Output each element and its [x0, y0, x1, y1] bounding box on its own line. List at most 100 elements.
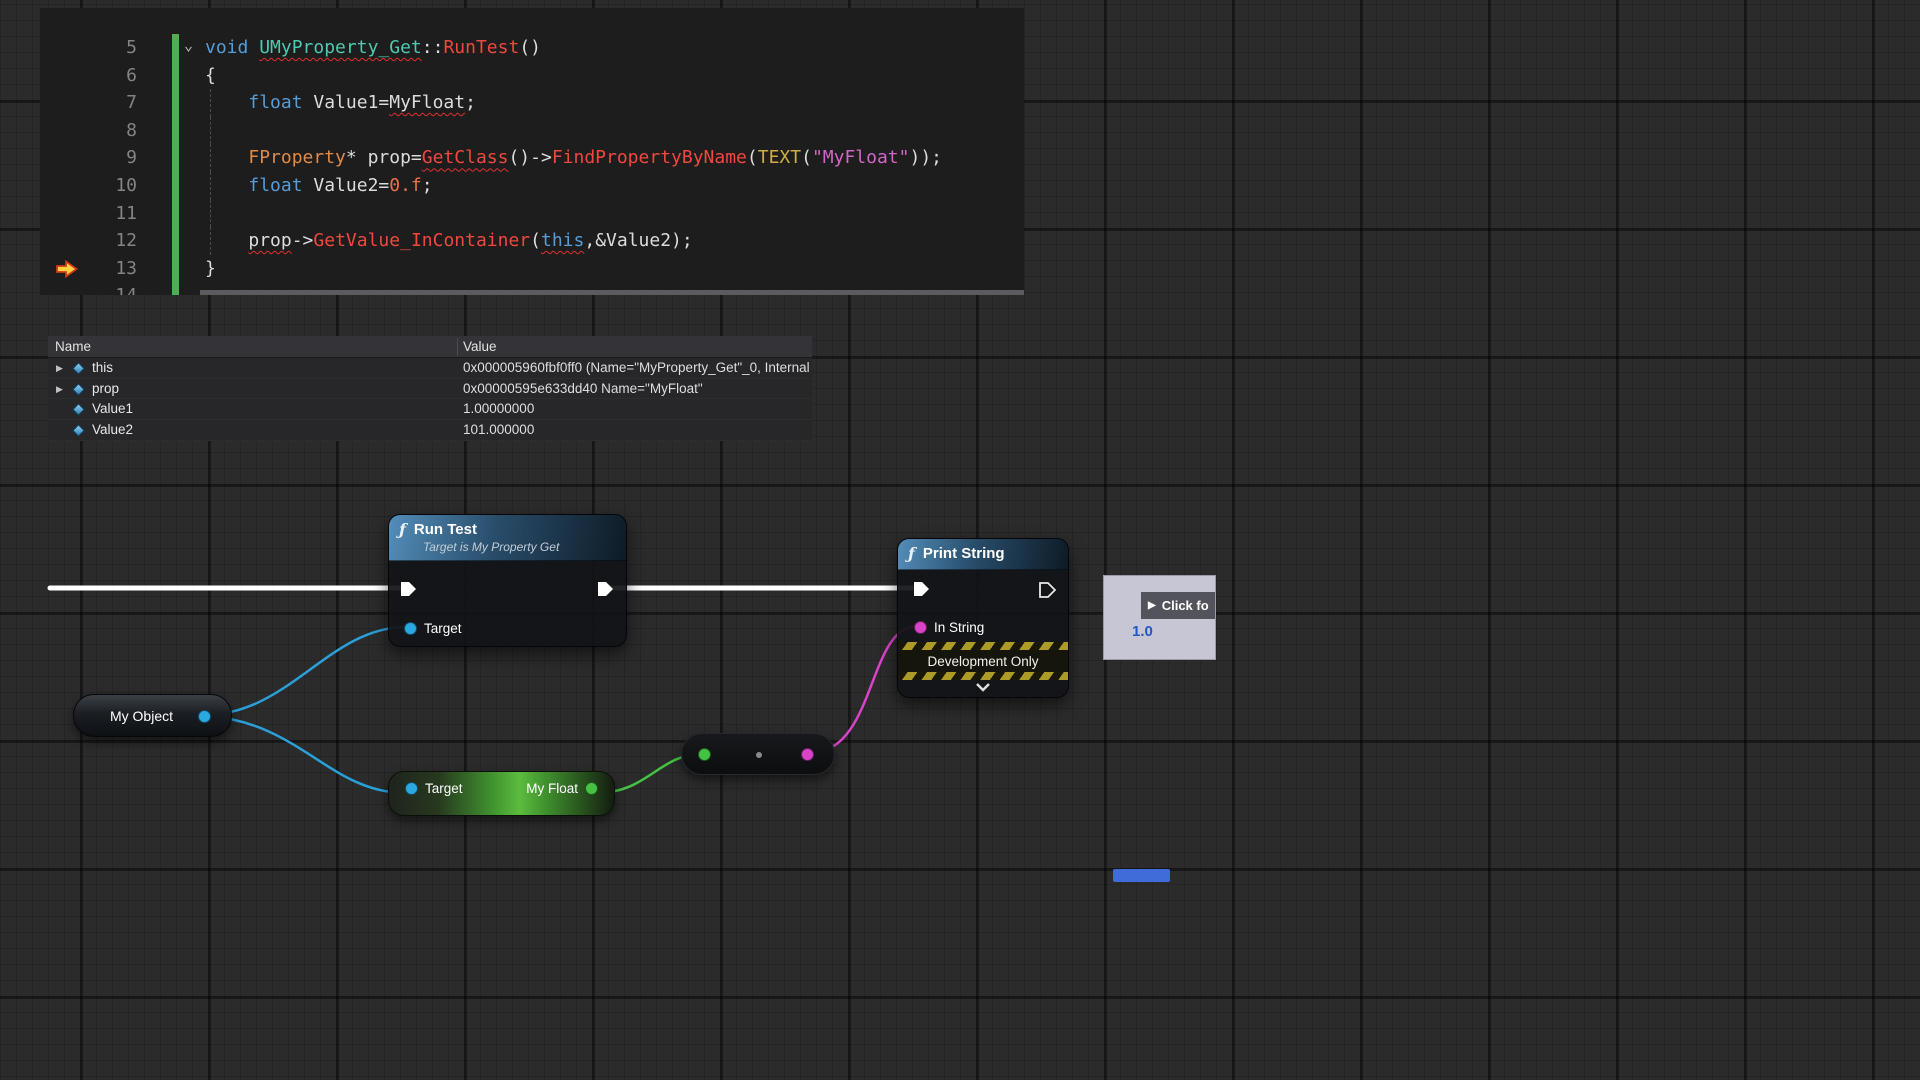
code-token: void: [205, 37, 248, 58]
indent-guide: [210, 89, 211, 117]
exec-out-pin[interactable]: [1039, 582, 1056, 598]
code-line[interactable]: 6{: [40, 62, 1024, 90]
watch-rows: ▶ this 0x000005960fbf0ff0 (Name="MyPropert…: [48, 358, 812, 441]
exec-in-pin[interactable]: [400, 581, 417, 597]
tooltip-value[interactable]: 1.0: [1132, 623, 1153, 640]
line-number: 10: [80, 172, 137, 200]
code-text: }: [205, 255, 216, 283]
node-subtitle: Target is My Property Get: [423, 540, 616, 554]
variable-value: 101.000000: [463, 420, 810, 441]
code-token: FindPropertyByName: [552, 147, 747, 168]
horizontal-scrollbar[interactable]: [200, 290, 1024, 295]
tooltip-header[interactable]: ▶ Click fo: [1141, 592, 1215, 619]
print-string-node[interactable]: ƒ Print String In String Development Onl…: [897, 538, 1069, 698]
code-line[interactable]: 13}: [40, 255, 1024, 283]
expand-node-chevron-icon[interactable]: [975, 682, 991, 692]
pin-label: In String: [934, 620, 984, 635]
code-rows: 5⌄void UMyProperty_Get::RunTest()6{7 flo…: [40, 34, 1024, 295]
my-object-node[interactable]: My Object: [73, 694, 232, 737]
tooltip-play-icon: ▶: [1148, 600, 1156, 611]
node-title: Print String: [923, 545, 1005, 562]
run-test-node[interactable]: ƒ Run Test Target is My Property Get Tar…: [388, 514, 627, 647]
variable-label: My Object: [110, 708, 173, 724]
line-number: 13: [80, 255, 137, 283]
node-title: Run Test: [414, 521, 477, 538]
code-line[interactable]: 5⌄void UMyProperty_Get::RunTest(): [40, 34, 1024, 62]
code-token: }: [205, 258, 216, 279]
current-statement-arrow-icon[interactable]: [56, 259, 78, 277]
object-wire-to-getter[interactable]: [207, 716, 406, 793]
code-line[interactable]: 10 float Value2=0.f;: [40, 172, 1024, 200]
watch-row[interactable]: Value2101.000000: [48, 420, 812, 441]
variable-value: 0x000005960fbf0ff0 (Name="MyProperty_Get…: [463, 358, 810, 379]
indent-guide: [210, 117, 211, 145]
code-token: Value2=: [303, 175, 390, 196]
code-token: prop: [248, 230, 291, 251]
function-icon: ƒ: [399, 520, 406, 539]
code-token: "MyFloat": [812, 147, 910, 168]
variable-name: Value1: [92, 399, 133, 420]
expand-arrow-icon[interactable]: ▶: [56, 358, 63, 379]
target-object-pin[interactable]: [404, 622, 417, 635]
code-token: 0.f: [389, 175, 422, 196]
changed-line-indicator: [172, 172, 179, 200]
indent-guide: [210, 200, 211, 228]
code-token: this: [541, 230, 584, 251]
variable-icon: [72, 362, 85, 375]
target-object-pin[interactable]: [405, 782, 418, 795]
code-token: UMyProperty_Get: [259, 37, 422, 58]
variable-name: this: [92, 358, 113, 379]
development-only-section: Development Only: [898, 642, 1068, 680]
code-token: GetClass: [422, 147, 509, 168]
code-line[interactable]: 11: [40, 200, 1024, 228]
code-text: FProperty* prop=GetClass()->FindProperty…: [205, 144, 942, 172]
my-float-output-pin[interactable]: [585, 782, 598, 795]
node-dot-icon: [756, 752, 762, 758]
code-line[interactable]: 9 FProperty* prop=GetClass()->FindProper…: [40, 144, 1024, 172]
object-wire-to-run-test[interactable]: [207, 627, 406, 715]
code-token: [205, 230, 248, 251]
indent-guide: [210, 172, 211, 200]
exec-in-pin[interactable]: [913, 581, 930, 597]
code-token: (: [530, 230, 541, 251]
exec-out-pin[interactable]: [597, 581, 614, 597]
line-number: 9: [80, 144, 137, 172]
code-token: Value1=: [303, 92, 390, 113]
float-input-pin[interactable]: [698, 748, 711, 761]
code-token: float: [248, 175, 302, 196]
code-line[interactable]: 8: [40, 117, 1024, 145]
line-number: 11: [80, 200, 137, 228]
code-token: GetValue_InContainer: [313, 230, 530, 251]
string-output-pin[interactable]: [801, 748, 814, 761]
offscreen-node-fragment[interactable]: [1113, 869, 1170, 882]
line-number: 7: [80, 89, 137, 117]
changed-line-indicator: [172, 227, 179, 255]
in-string-pin[interactable]: [914, 621, 927, 634]
print-string-header: ƒ Print String: [898, 539, 1068, 570]
watch-panel: Name Value ▶this0x000005960fbf0ff0 (Name…: [48, 336, 812, 441]
watch-row[interactable]: Value11.00000000: [48, 399, 812, 420]
watch-row[interactable]: ▶prop0x00000595e633dd40 Name="MyFloat": [48, 379, 812, 400]
code-line[interactable]: 12 prop->GetValue_InContainer(this,&Valu…: [40, 227, 1024, 255]
hazard-stripe-top: [898, 642, 1068, 650]
code-text: void UMyProperty_Get::RunTest(): [205, 34, 541, 62]
code-line[interactable]: 7 float Value1=MyFloat;: [40, 89, 1024, 117]
line-number: 8: [80, 117, 137, 145]
code-token: [205, 92, 248, 113]
pin-label: Target: [424, 621, 462, 636]
object-output-pin[interactable]: [198, 710, 211, 723]
expand-arrow-icon[interactable]: ▶: [56, 379, 63, 400]
fold-chevron-icon[interactable]: ⌄: [184, 32, 193, 60]
code-text: float Value1=MyFloat;: [205, 89, 476, 117]
code-token: ;: [422, 175, 433, 196]
development-only-label: Development Only: [927, 654, 1038, 669]
watch-row[interactable]: ▶ this 0x000005960fbf0ff0 (Name="MyPropert…: [48, 358, 812, 379]
column-divider[interactable]: [457, 338, 458, 356]
pin-tooltip[interactable]: ▶ Click fo 1.0: [1103, 575, 1216, 660]
code-token: ::: [422, 37, 444, 58]
column-header-value: Value: [463, 339, 497, 354]
get-my-float-node[interactable]: Target My Float: [388, 771, 615, 816]
line-number: 6: [80, 62, 137, 90]
conversion-node[interactable]: [681, 733, 835, 775]
changed-line-indicator: [172, 34, 179, 62]
